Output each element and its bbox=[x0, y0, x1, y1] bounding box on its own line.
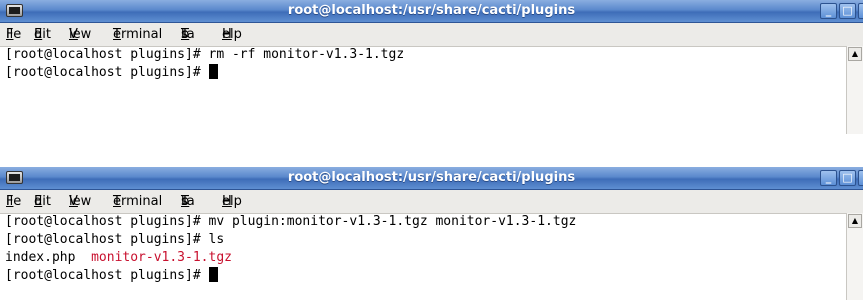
file-entry-archive: monitor-v1.3-1.tgz bbox=[91, 250, 232, 265]
scrollbar[interactable]: ▲ bbox=[846, 213, 863, 300]
terminal-output[interactable]: [root@localhost plugins]# rm -rf monitor… bbox=[0, 46, 846, 82]
terminal-line: [root@localhost plugins]# rm -rf monitor… bbox=[5, 47, 405, 62]
file-entry-php: index.php bbox=[5, 250, 92, 265]
window-title: root@localhost:/usr/share/cacti/plugins bbox=[287, 3, 576, 18]
title-bar[interactable]: root@localhost:/usr/share/cacti/plugins … bbox=[0, 167, 863, 190]
terminal-line: [root@localhost plugins]# bbox=[0, 267, 846, 285]
scroll-up-arrow-icon[interactable]: ▲ bbox=[848, 47, 862, 61]
close-icon[interactable]: ✕ bbox=[858, 170, 863, 186]
terminal-line: [root@localhost plugins]# bbox=[0, 64, 846, 82]
maximize-icon[interactable]: □ bbox=[839, 3, 856, 19]
menu-bar: File Edit View Terminal Ta b s Help bbox=[0, 190, 863, 214]
maximize-icon[interactable]: □ bbox=[839, 170, 856, 186]
terminal-line: [root@localhost plugins]# ls bbox=[5, 232, 225, 247]
terminal-output[interactable]: [root@localhost plugins]# mv plugin:moni… bbox=[0, 213, 846, 285]
terminal-line: [root@localhost plugins]# mv plugin:moni… bbox=[5, 214, 577, 229]
scrollbar[interactable]: ▲ bbox=[846, 46, 863, 134]
window-title: root@localhost:/usr/share/cacti/plugins bbox=[287, 170, 576, 185]
close-icon[interactable]: ✕ bbox=[858, 3, 863, 19]
menu-bar: File Edit View Terminal Ta b s Help bbox=[0, 23, 863, 47]
minimize-icon[interactable]: _ bbox=[820, 3, 837, 19]
minimize-icon[interactable]: _ bbox=[820, 170, 837, 186]
cursor bbox=[208, 267, 218, 282]
title-bar[interactable]: root@localhost:/usr/share/cacti/plugins … bbox=[0, 0, 863, 23]
terminal-line: index.php monitor-v1.3-1.tgz bbox=[0, 249, 846, 267]
terminal-window-1[interactable]: root@localhost:/usr/share/cacti/plugins … bbox=[0, 0, 863, 134]
terminal-window-2[interactable]: root@localhost:/usr/share/cacti/plugins … bbox=[0, 167, 863, 300]
scroll-up-arrow-icon[interactable]: ▲ bbox=[848, 214, 862, 228]
cursor bbox=[208, 64, 218, 79]
